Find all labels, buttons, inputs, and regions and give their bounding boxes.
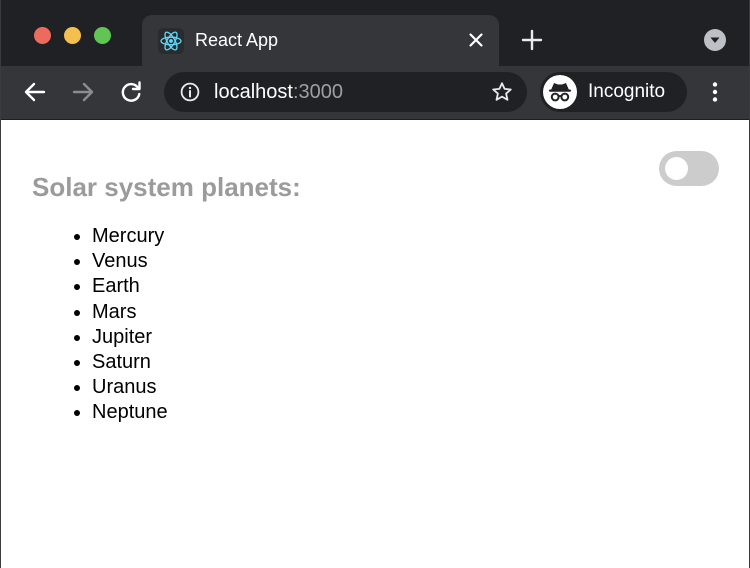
incognito-icon bbox=[543, 75, 577, 109]
list-item: Mercury bbox=[92, 224, 168, 249]
kebab-menu-icon[interactable] bbox=[704, 80, 726, 104]
back-arrow-icon[interactable] bbox=[22, 79, 48, 105]
url-host: localhost bbox=[214, 81, 293, 103]
maximize-window-button[interactable] bbox=[94, 27, 111, 44]
bookmark-star-icon[interactable] bbox=[491, 81, 513, 103]
new-tab-plus-icon[interactable] bbox=[521, 29, 543, 51]
forward-arrow-icon[interactable] bbox=[70, 79, 96, 105]
reload-icon[interactable] bbox=[118, 79, 144, 105]
planet-list: Mercury Venus Earth Mars Jupiter Saturn … bbox=[1, 224, 168, 426]
tab-close-icon[interactable] bbox=[467, 31, 485, 49]
browser-toolbar: localhost:3000 Incognito bbox=[1, 66, 749, 120]
list-item: Neptune bbox=[92, 400, 168, 425]
theme-toggle-switch[interactable] bbox=[659, 151, 719, 186]
list-item: Earth bbox=[92, 274, 168, 299]
site-info-icon[interactable] bbox=[180, 82, 200, 102]
minimize-window-button[interactable] bbox=[64, 27, 81, 44]
list-item: Jupiter bbox=[92, 325, 168, 350]
profile-label: Incognito bbox=[588, 81, 666, 102]
list-item: Venus bbox=[92, 249, 168, 274]
tab-strip: React App bbox=[1, 0, 749, 66]
list-item: Uranus bbox=[92, 375, 168, 400]
tab-title: React App bbox=[195, 30, 279, 50]
url-port: :3000 bbox=[292, 81, 343, 103]
address-url[interactable]: localhost:3000 bbox=[214, 81, 343, 103]
list-item: Mars bbox=[92, 300, 168, 325]
page-title: Solar system planets: bbox=[32, 172, 301, 202]
incognito-profile-button[interactable]: Incognito bbox=[540, 72, 687, 112]
page-viewport: Solar system planets: Mercury Venus Eart… bbox=[1, 120, 749, 568]
react-logo-icon bbox=[158, 28, 184, 54]
toggle-knob bbox=[665, 157, 688, 180]
close-window-button[interactable] bbox=[34, 27, 51, 44]
list-item: Saturn bbox=[92, 350, 168, 375]
browser-window: React App localhost:3000 Incognito Solar… bbox=[0, 0, 750, 568]
tab-react-app[interactable]: React App bbox=[142, 15, 499, 66]
tab-search-dropdown-icon[interactable] bbox=[704, 29, 726, 51]
address-bar[interactable]: localhost:3000 bbox=[164, 72, 527, 112]
